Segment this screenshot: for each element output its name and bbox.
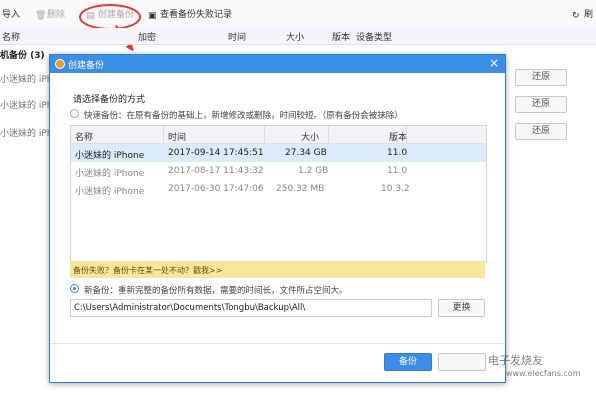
close-icon[interactable]: × — [489, 56, 499, 70]
backup-row[interactable]: 小迷妹的 iPhone 2017-08-17 11:43:32 1.2 GB 1… — [71, 162, 486, 180]
list-col-size: 大小 — [301, 133, 320, 143]
restore-button[interactable]: 还原 — [515, 69, 567, 86]
restore-button[interactable]: 还原 — [515, 123, 567, 140]
backup-size: 27.34 GB — [285, 148, 327, 158]
col-encrypt: 加密 — [138, 33, 157, 43]
backup-time: 2017-06-30 17:47:06 — [168, 184, 264, 194]
column-divider — [328, 126, 329, 143]
secondary-button[interactable] — [438, 353, 486, 371]
backup-row[interactable]: 小迷妹的 iPhone 2017-09-14 17:45:51 27.34 GB… — [71, 144, 486, 162]
trash-icon: 🗑 — [35, 11, 47, 21]
dialog-titlebar[interactable]: 创建备份 × — [50, 55, 505, 73]
section-title: 请选择备份的方式 — [73, 95, 146, 105]
column-divider — [163, 126, 164, 143]
refresh-button[interactable]: ↻ 刷 — [572, 8, 593, 22]
backup-group-label[interactable]: 机备份 (3) — [0, 48, 45, 61]
import-label: 导入 — [2, 10, 21, 20]
table-row[interactable]: 小迷妹的 iPh — [0, 72, 53, 85]
list-col-time: 时间 — [168, 133, 187, 143]
delete-button[interactable]: 🗑删除 — [35, 8, 65, 22]
backup-size: 250.32 MB — [276, 184, 325, 194]
refresh-label: 刷 — [584, 10, 594, 20]
backup-version: 11.0 — [387, 166, 408, 176]
watermark-logo: 电子发烧友 — [488, 354, 543, 367]
backup-name: 小迷妹的 iPhone — [75, 187, 145, 197]
table-row[interactable]: 小迷妹的 iPh — [0, 126, 53, 139]
backup-button[interactable]: 备份 — [384, 353, 432, 371]
table-row[interactable]: 小迷妹的 iPh — [0, 98, 53, 111]
col-name: 名称 — [2, 33, 21, 43]
grid-header: 名称 加密 时间 大小 版本 设备类型 — [0, 28, 596, 45]
backup-failure-banner[interactable]: 备份失败？备份卡在某一处不动？戳我>> — [70, 261, 485, 278]
highlight-circle — [79, 4, 141, 30]
quick-backup-radio[interactable] — [70, 109, 79, 118]
create-backup-dialog: 创建备份 × 请选择备份的方式 快速备份：在原有备份的基础上，新增修改或删除，时… — [49, 54, 506, 383]
backup-path-field[interactable]: C:\Users\Administrator\Documents\Tongbu\… — [70, 299, 432, 317]
backup-version: 11.0 — [387, 148, 408, 158]
new-backup-label[interactable]: 新备份：重新完整的备份所有数据，需要的时间长，文件所占空间大。 — [84, 284, 348, 296]
backup-failure-link[interactable]: 备份失败？备份卡在某一处不动？戳我>> — [73, 265, 222, 276]
backup-version: 10.3.2 — [381, 184, 410, 194]
backup-size: 1.2 GB — [298, 166, 329, 176]
backup-time: 2017-09-14 17:45:51 — [168, 148, 264, 158]
quick-backup-label[interactable]: 快速备份：在原有备份的基础上，新增修改或删除，时间较短。（原有备份会被抹除） — [84, 109, 403, 121]
app-logo-icon — [55, 59, 65, 69]
dialog-title: 创建备份 — [68, 61, 105, 71]
import-button[interactable]: 导入 — [2, 8, 20, 22]
dialog-footer-divider — [50, 343, 505, 344]
backup-row[interactable]: 小迷妹的 iPhone 2017-06-30 17:47:06 250.32 M… — [71, 180, 486, 198]
backup-list-header: 名称 时间 大小 版本 — [71, 126, 486, 144]
column-divider — [264, 126, 265, 143]
refresh-icon: ↻ — [572, 11, 580, 21]
col-version: 版本 — [332, 33, 351, 43]
backup-name: 小迷妹的 iPhone — [75, 169, 145, 179]
new-backup-radio[interactable] — [70, 284, 79, 293]
list-col-version: 版本 — [389, 133, 408, 143]
delete-label: 删除 — [47, 10, 66, 20]
watermark-url: www.elecfans.com — [506, 369, 581, 378]
view-failed-records-button[interactable]: ▣ 查看备份失败记录 — [148, 8, 232, 22]
list-col-name: 名称 — [75, 133, 94, 143]
backup-path-value: C:\Users\Administrator\Documents\Tongbu\… — [74, 303, 306, 313]
restore-button[interactable]: 还原 — [515, 96, 567, 113]
col-size: 大小 — [286, 33, 305, 43]
change-path-button[interactable]: 更换 — [438, 299, 485, 317]
record-icon: ▣ — [148, 11, 157, 21]
col-device-type: 设备类型 — [356, 33, 393, 43]
backup-name: 小迷妹的 iPhone — [75, 151, 145, 161]
backup-list: 名称 时间 大小 版本 小迷妹的 iPhone 2017-09-14 17:45… — [70, 125, 487, 262]
backup-time: 2017-08-17 11:43:32 — [168, 166, 264, 176]
column-divider — [406, 126, 407, 143]
col-time: 时间 — [228, 33, 247, 43]
view-failed-label: 查看备份失败记录 — [160, 10, 233, 20]
